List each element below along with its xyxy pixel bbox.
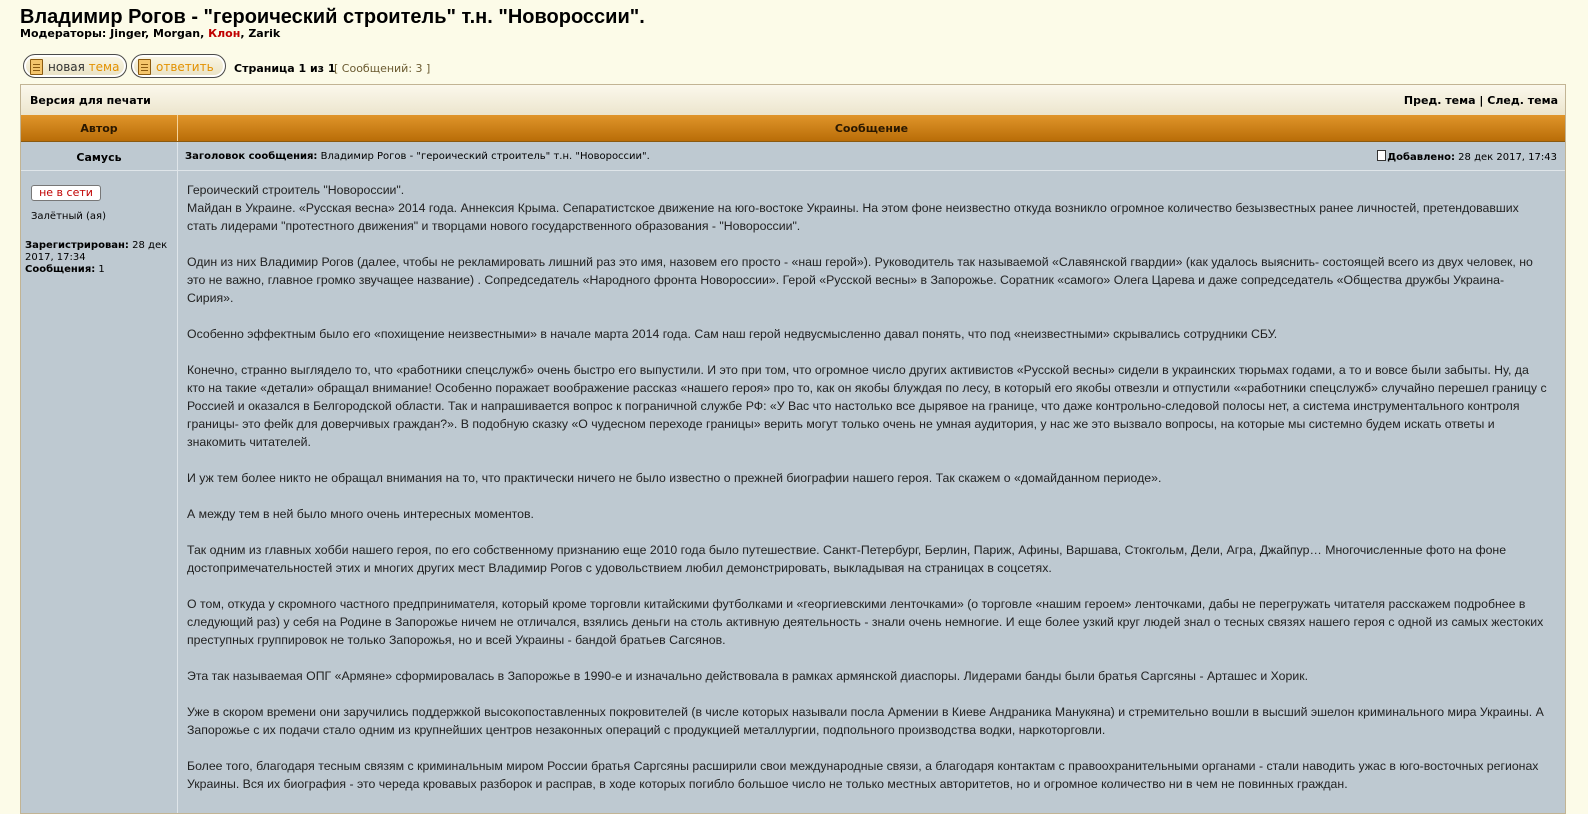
post-paragraph: Эта так называемая ОПГ «Армяне» сформиро… xyxy=(187,669,1309,683)
post-paragraph: Так одним из главных хобби нашего героя,… xyxy=(187,543,1507,575)
new-topic-label-2: тема xyxy=(88,60,120,74)
new-topic-label-1: новая xyxy=(48,60,85,74)
message-count: [ Сообщений: 3 ] xyxy=(334,62,431,75)
moderator-link[interactable]: Morgan xyxy=(153,27,200,40)
messages-label: Сообщения: xyxy=(25,264,96,275)
author-rank: Залётный (ая) xyxy=(31,211,106,222)
post-paragraph: Уже в скором времени они заручились подд… xyxy=(187,705,1544,737)
nav-divider: | xyxy=(1479,94,1484,107)
author-profile: не в сети Залётный (ая) Зарегистрирован:… xyxy=(21,171,178,813)
prev-topic-link[interactable]: Пред. тема xyxy=(1404,94,1476,107)
topic-title[interactable]: Владимир Рогов - "героический строитель"… xyxy=(20,6,645,29)
new-topic-button[interactable]: новая тема xyxy=(23,54,127,78)
topic-nav: Пред. тема | След. тема xyxy=(1404,94,1558,107)
table-header: Автор Сообщение xyxy=(21,115,1565,142)
moderator-link[interactable]: Zarik xyxy=(248,27,280,40)
post-header-row: Самусь Заголовок сообщения: Владимир Рог… xyxy=(21,142,1565,171)
messages-count: 1 xyxy=(98,264,105,275)
moderators-line: Модераторы: Jinger, Morgan, Клон, Zarik xyxy=(20,27,281,40)
post-paragraph: Особенно эффектным было его «похищение н… xyxy=(187,327,1278,341)
print-version-link[interactable]: Версия для печати xyxy=(30,94,151,107)
posted-label: Добавлено: xyxy=(1387,152,1455,163)
post-author-name[interactable]: Самусь xyxy=(21,151,177,164)
post-paragraph: Более того, благодаря тесным связям с кр… xyxy=(187,759,1539,791)
pagination: Страница 1 из 1 xyxy=(234,62,336,75)
post-date: Добавлено: 28 дек 2017, 17:43 xyxy=(1377,150,1557,163)
moderator-link[interactable]: Jinger xyxy=(110,27,145,40)
post-body: Героический строитель "Новороссии". Майд… xyxy=(187,181,1549,811)
post-icon[interactable] xyxy=(1377,150,1387,161)
post-paragraph: Один из них Владимир Рогов (далее, чтобы… xyxy=(187,255,1533,305)
document-icon xyxy=(30,59,43,75)
document-icon xyxy=(138,59,151,75)
post-paragraph: Конечно, странно выглядело то, что «рабо… xyxy=(187,363,1547,449)
moderator-link[interactable]: Клон xyxy=(208,27,240,40)
reply-label: ответить xyxy=(156,60,214,74)
post-paragraph: Героический строитель "Новороссии". Майд… xyxy=(187,183,1519,233)
posted-date: 28 дек 2017, 17:43 xyxy=(1458,152,1557,163)
reply-button[interactable]: ответить xyxy=(131,54,226,78)
moderators-label: Модераторы: xyxy=(20,27,107,40)
post-paragraph: О том, откуда у скромного частного предп… xyxy=(187,597,1544,647)
header-author: Автор xyxy=(80,122,118,135)
subject-text[interactable]: Владимир Рогов - "героический строитель"… xyxy=(321,151,650,162)
offline-status-badge: не в сети xyxy=(31,185,101,201)
subject-label: Заголовок сообщения: xyxy=(185,151,318,162)
print-bar: Версия для печати Пред. тема | След. тем… xyxy=(21,85,1565,116)
post-paragraph: А между тем в ней было много очень интер… xyxy=(187,507,534,521)
author-details: Зарегистрирован: 28 дек 2017, 17:34 Сооб… xyxy=(25,240,173,276)
post-row: не в сети Залётный (ая) Зарегистрирован:… xyxy=(21,171,1565,813)
registered-label: Зарегистрирован: xyxy=(25,240,129,251)
header-message: Сообщение xyxy=(834,122,909,135)
post-paragraph: И уж тем более никто не обращал внимания… xyxy=(187,471,1162,485)
topic-table: Версия для печати Пред. тема | След. тем… xyxy=(20,84,1566,814)
post-subject: Заголовок сообщения: Владимир Рогов - "г… xyxy=(185,151,650,162)
next-topic-link[interactable]: След. тема xyxy=(1487,94,1558,107)
